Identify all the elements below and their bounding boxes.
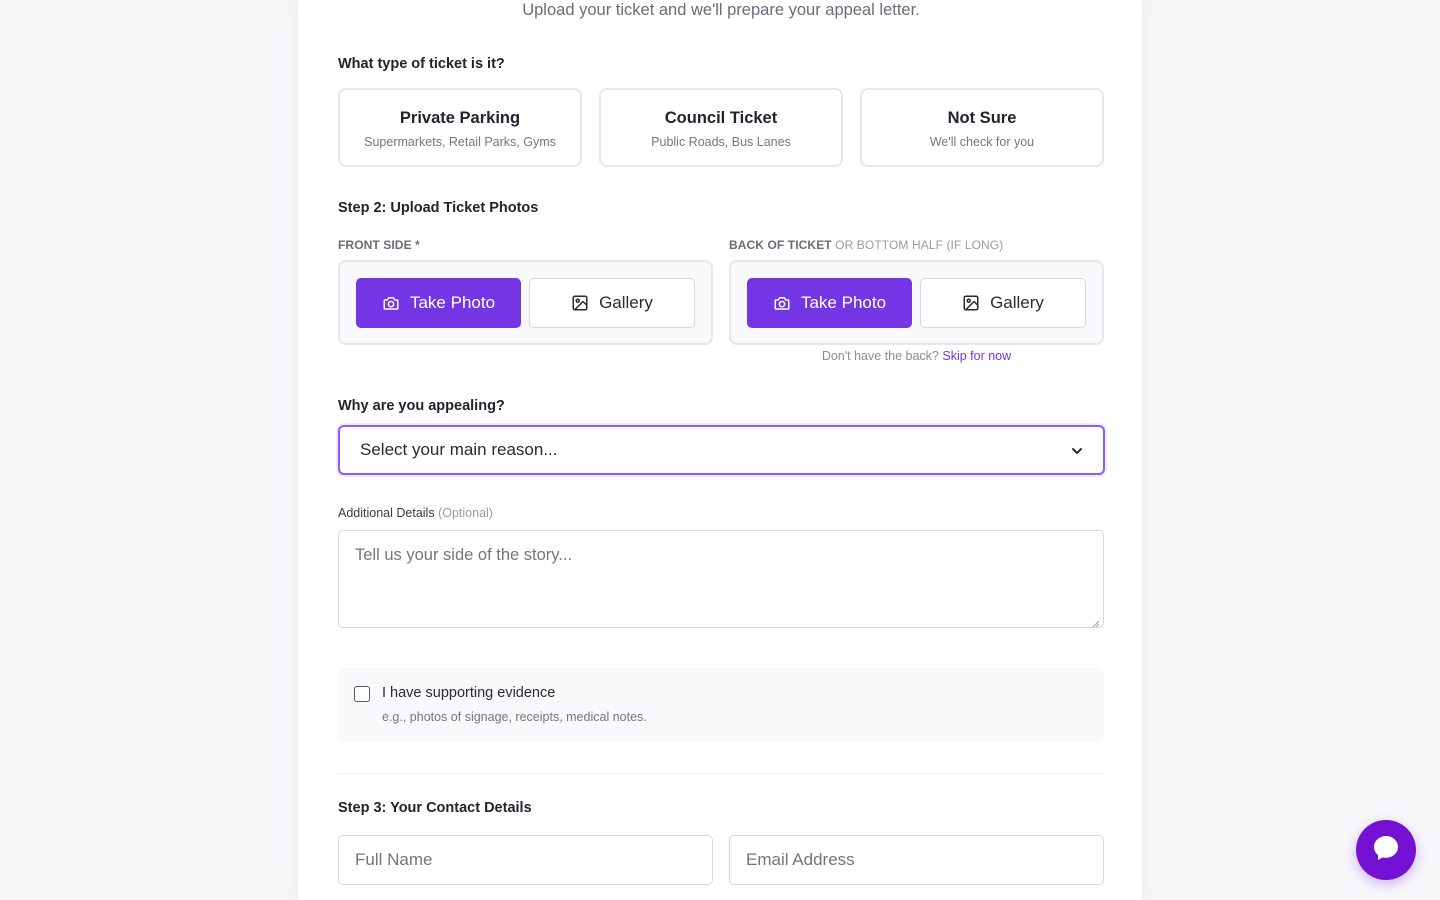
ticket-type-not-sure[interactable]: Not Sure We'll check for you	[860, 88, 1104, 167]
appeal-form-card: Upload your ticket and we'll prepare you…	[297, 0, 1143, 900]
take-photo-label: Take Photo	[800, 292, 887, 312]
front-gallery-button[interactable]: Gallery	[529, 277, 695, 328]
section-divider	[338, 773, 1104, 774]
ticket-type-council-ticket[interactable]: Council Ticket Public Roads, Bus Lanes	[599, 88, 843, 167]
back-upload-box: Take Photo Gallery	[729, 260, 1104, 345]
back-side-label-main: BACK OF TICKET	[729, 238, 832, 252]
image-icon	[571, 294, 589, 312]
back-side-label: BACK OF TICKET OR BOTTOM HALF (IF LONG)	[729, 238, 1003, 252]
reason-select-value: Select your main reason...	[360, 440, 558, 459]
chevron-down-icon	[1071, 444, 1083, 456]
front-take-photo-button[interactable]: Take Photo	[356, 277, 521, 328]
contact-step-label: Step 3: Your Contact Details	[338, 800, 532, 816]
ticket-type-title: Council Ticket	[664, 109, 778, 127]
ticket-type-title: Not Sure	[947, 109, 1017, 127]
reason-question: Why are you appealing?	[338, 398, 505, 414]
ticket-type-title: Private Parking	[399, 109, 521, 127]
chat-launcher-button[interactable]	[1356, 820, 1416, 880]
ticket-type-subtitle: We'll check for you	[929, 135, 1035, 149]
details-optional-tag: (Optional)	[438, 506, 493, 520]
upload-step-label: Step 2: Upload Ticket Photos	[338, 200, 539, 216]
details-label: Additional Details (Optional)	[338, 506, 493, 520]
camera-icon	[773, 294, 791, 312]
resize-handle-icon[interactable]	[1090, 615, 1100, 628]
gallery-label: Gallery	[599, 292, 653, 312]
supporting-evidence-box: I have supporting evidence e.g., photos …	[338, 668, 1104, 742]
ticket-type-options: Private Parking Supermarkets, Retail Par…	[338, 88, 1104, 167]
supporting-evidence-checkbox[interactable]	[354, 686, 370, 702]
ticket-type-subtitle: Public Roads, Bus Lanes	[651, 135, 791, 149]
camera-icon	[382, 294, 400, 312]
skip-back-note: Don't have the back? Skip for now	[729, 349, 1104, 363]
full-name-input[interactable]	[338, 835, 713, 885]
back-gallery-button[interactable]: Gallery	[920, 277, 1086, 328]
skip-for-now-link[interactable]: Skip for now	[942, 349, 1011, 363]
image-icon	[962, 294, 980, 312]
ticket-type-question: What type of ticket is it?	[338, 56, 505, 72]
gallery-label: Gallery	[990, 292, 1044, 312]
details-label-text: Additional Details	[338, 506, 435, 520]
reason-select[interactable]: Select your main reason...	[338, 425, 1105, 475]
front-side-label: FRONT SIDE *	[338, 238, 420, 252]
supporting-evidence-subtitle: e.g., photos of signage, receipts, medic…	[382, 710, 647, 724]
email-address-input[interactable]	[729, 835, 1104, 885]
page-subtitle: Upload your ticket and we'll prepare you…	[522, 1, 920, 19]
supporting-evidence-title: I have supporting evidence	[382, 685, 556, 701]
back-side-label-hint: OR BOTTOM HALF (IF LONG)	[835, 238, 1004, 252]
front-upload-box: Take Photo Gallery	[338, 260, 713, 345]
chat-icon	[1371, 833, 1401, 868]
back-take-photo-button[interactable]: Take Photo	[747, 277, 912, 328]
ticket-type-private-parking[interactable]: Private Parking Supermarkets, Retail Par…	[338, 88, 582, 167]
ticket-type-subtitle: Supermarkets, Retail Parks, Gyms	[364, 135, 556, 149]
skip-back-prefix: Don't have the back?	[821, 349, 939, 363]
take-photo-label: Take Photo	[409, 292, 496, 312]
additional-details-textarea[interactable]	[338, 530, 1104, 628]
